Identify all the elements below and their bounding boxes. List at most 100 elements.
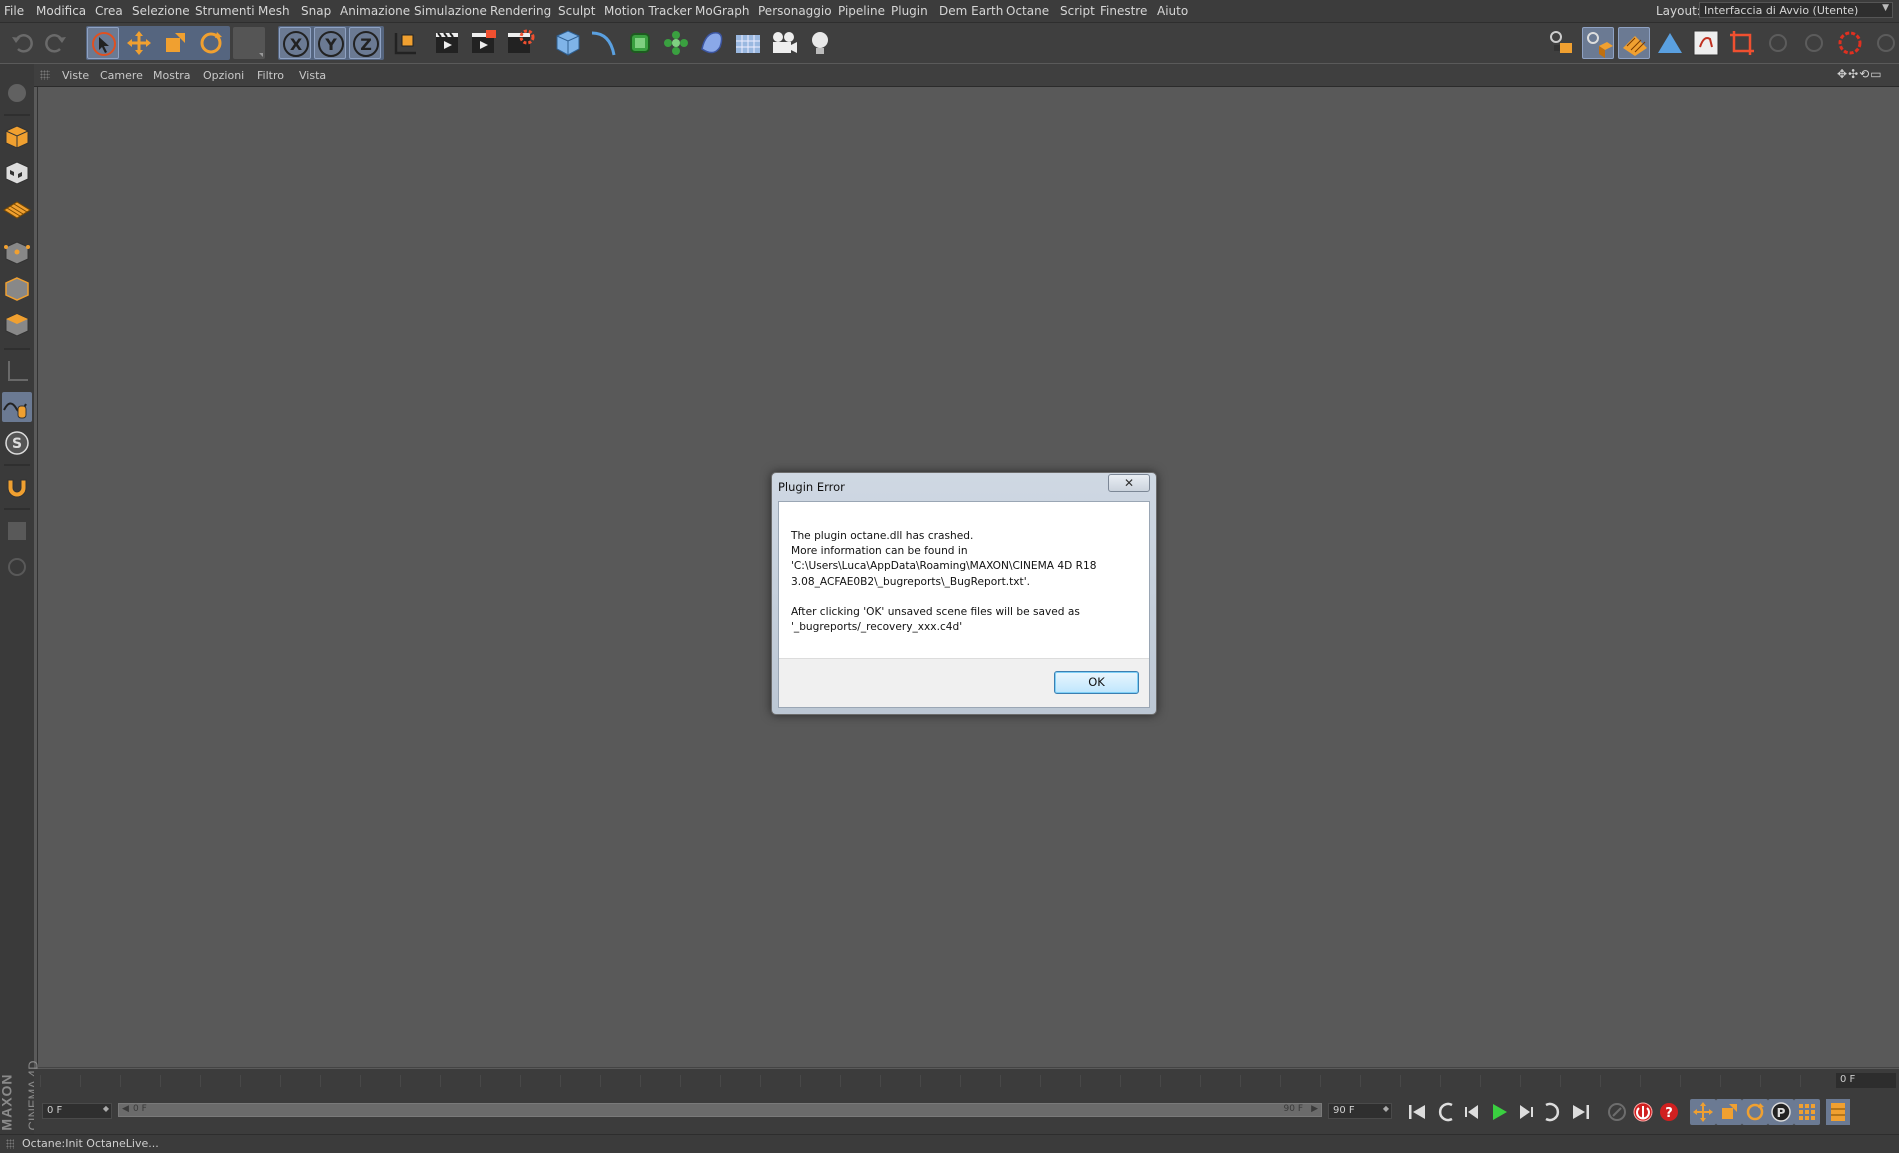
stepper-icon[interactable]: ◆ (103, 1104, 109, 1113)
polygons-mode-icon[interactable] (2, 310, 32, 340)
solo-mode-icon[interactable]: S (2, 428, 32, 458)
menu-sculpt[interactable]: Sculpt (558, 4, 595, 18)
key-position-icon[interactable] (1690, 1099, 1716, 1125)
cube-icon[interactable] (552, 27, 584, 59)
previous-frame-icon[interactable] (1460, 1099, 1486, 1125)
go-to-start-icon[interactable] (1404, 1099, 1430, 1125)
key-scale-icon[interactable] (1716, 1099, 1742, 1125)
start-frame-field[interactable]: 0 F ◆ (42, 1103, 112, 1119)
snap-magnet-icon[interactable] (2, 472, 32, 502)
menu-selezione[interactable]: Selezione (132, 4, 190, 18)
y-axis-icon[interactable]: Y (314, 27, 346, 59)
floor-icon[interactable] (732, 27, 764, 59)
key-rotation-icon[interactable] (1742, 1099, 1768, 1125)
viewport-menu-viste[interactable]: Viste (62, 69, 89, 82)
workplane-mode-icon[interactable] (2, 194, 32, 224)
render-view-icon[interactable] (432, 27, 464, 59)
menu-mesh[interactable]: Mesh (258, 4, 290, 18)
workplane-icon[interactable] (2, 516, 32, 546)
texture-mode-icon[interactable] (2, 158, 32, 188)
menu-file[interactable]: File (4, 4, 24, 18)
camera-icon[interactable] (768, 27, 800, 59)
model-mode-icon[interactable] (2, 122, 32, 152)
light-icon[interactable] (804, 27, 836, 59)
octane-live-viewer-icon[interactable] (1546, 27, 1578, 59)
octane-tool-c-icon[interactable] (1870, 27, 1899, 59)
menu-plugin[interactable]: Plugin (891, 4, 928, 18)
menu-aiuto[interactable]: Aiuto (1157, 4, 1188, 18)
timeline-layout-icon[interactable] (1826, 1099, 1850, 1125)
recent-tools-icon[interactable] (233, 27, 265, 59)
record-active-objects-icon[interactable] (1604, 1099, 1630, 1125)
octane-settings-icon[interactable] (1582, 27, 1614, 59)
deformer-icon[interactable] (696, 27, 728, 59)
menu-strumenti[interactable]: Strumenti (195, 4, 255, 18)
octane-tool-b-icon[interactable] (1798, 27, 1830, 59)
stepper-icon[interactable]: ◆ (1383, 1104, 1389, 1113)
go-to-end-icon[interactable] (1568, 1099, 1594, 1125)
pan-icon[interactable]: ✥ (1837, 67, 1848, 81)
preview-range-slider[interactable]: ◀ 0 F 90 F ▶ (118, 1103, 1322, 1117)
next-key-icon[interactable] (1538, 1099, 1564, 1125)
spline-pen-icon[interactable] (588, 27, 620, 59)
previous-key-icon[interactable] (1434, 1099, 1460, 1125)
close-button[interactable]: ✕ (1108, 474, 1150, 492)
key-parameter-icon[interactable]: P (1768, 1099, 1794, 1125)
menu-mograph[interactable]: MoGraph (695, 4, 750, 18)
octane-render-region-icon[interactable] (1834, 27, 1866, 59)
autokeying-icon[interactable] (1630, 1099, 1656, 1125)
end-frame-field[interactable]: 90 F ◆ (1328, 1103, 1392, 1119)
locked-workplane-icon[interactable] (2, 552, 32, 582)
points-mode-icon[interactable] (2, 238, 32, 268)
viewport-menu-camere[interactable]: Camere (100, 69, 143, 82)
panel-grip-icon[interactable] (40, 70, 50, 80)
undo-icon[interactable] (6, 27, 38, 59)
menu-dem-earth[interactable]: Dem Earth (939, 4, 1003, 18)
move-icon[interactable] (123, 27, 155, 59)
slider-right-arrow-icon[interactable]: ▶ (1311, 1104, 1318, 1114)
dolly-icon[interactable]: ✣ (1848, 67, 1859, 81)
menu-animazione[interactable]: Animazione (340, 4, 410, 18)
rotate-view-icon[interactable]: ⟲ (1859, 67, 1870, 81)
menu-script[interactable]: Script (1060, 4, 1095, 18)
key-point-level-icon[interactable] (1794, 1099, 1820, 1125)
next-frame-icon[interactable] (1512, 1099, 1538, 1125)
scale-icon[interactable] (159, 27, 191, 59)
z-axis-icon[interactable]: Z (349, 27, 381, 59)
viewport-menu-vista[interactable]: Vista (299, 69, 326, 82)
subdivision-surface-icon[interactable] (624, 27, 656, 59)
octane-texture-icon[interactable] (1690, 27, 1722, 59)
viewport-menu-filtro[interactable]: Filtro (257, 69, 284, 82)
menu-modifica[interactable]: Modifica (36, 4, 86, 18)
menu-pipeline[interactable]: Pipeline (838, 4, 885, 18)
menu-snap[interactable]: Snap (301, 4, 331, 18)
menu-motion-tracker[interactable]: Motion Tracker (604, 4, 692, 18)
render-settings-icon[interactable] (504, 27, 536, 59)
octane-object-icon[interactable] (1654, 27, 1686, 59)
render-to-picture-viewer-icon[interactable] (468, 27, 500, 59)
tweak-mode-icon[interactable] (2, 392, 32, 422)
menu-finestre[interactable]: Finestre (1100, 4, 1147, 18)
menu-simulazione[interactable]: Simulazione (414, 4, 487, 18)
octane-materials-icon[interactable] (1618, 27, 1650, 59)
slider-left-arrow-icon[interactable]: ◀ (122, 1104, 129, 1114)
edges-mode-icon[interactable] (2, 274, 32, 304)
x-axis-icon[interactable]: X (279, 27, 311, 59)
octane-crop-icon[interactable] (1726, 27, 1758, 59)
keyframe-selection-icon[interactable]: ? (1656, 1099, 1682, 1125)
live-selection-icon[interactable] (87, 27, 119, 59)
axis-mode-icon[interactable] (2, 356, 32, 386)
menu-personaggio[interactable]: Personaggio (758, 4, 832, 18)
menu-octane[interactable]: Octane (1006, 4, 1049, 18)
menu-crea[interactable]: Crea (95, 4, 123, 18)
layout-select[interactable]: Interfaccia di Avvio (Utente) ▼ (1699, 2, 1893, 18)
menu-rendering[interactable]: Rendering (490, 4, 551, 18)
cloner-icon[interactable] (660, 27, 692, 59)
viewport-menu-opzioni[interactable]: Opzioni (203, 69, 244, 82)
play-forward-icon[interactable] (1486, 1099, 1512, 1125)
toggle-view-icon[interactable]: ▭ (1870, 67, 1882, 81)
octane-tool-a-icon[interactable] (1762, 27, 1794, 59)
ok-button[interactable]: OK (1054, 671, 1139, 694)
timeline-ruler[interactable] (40, 1075, 1850, 1087)
redo-icon[interactable] (40, 27, 72, 59)
